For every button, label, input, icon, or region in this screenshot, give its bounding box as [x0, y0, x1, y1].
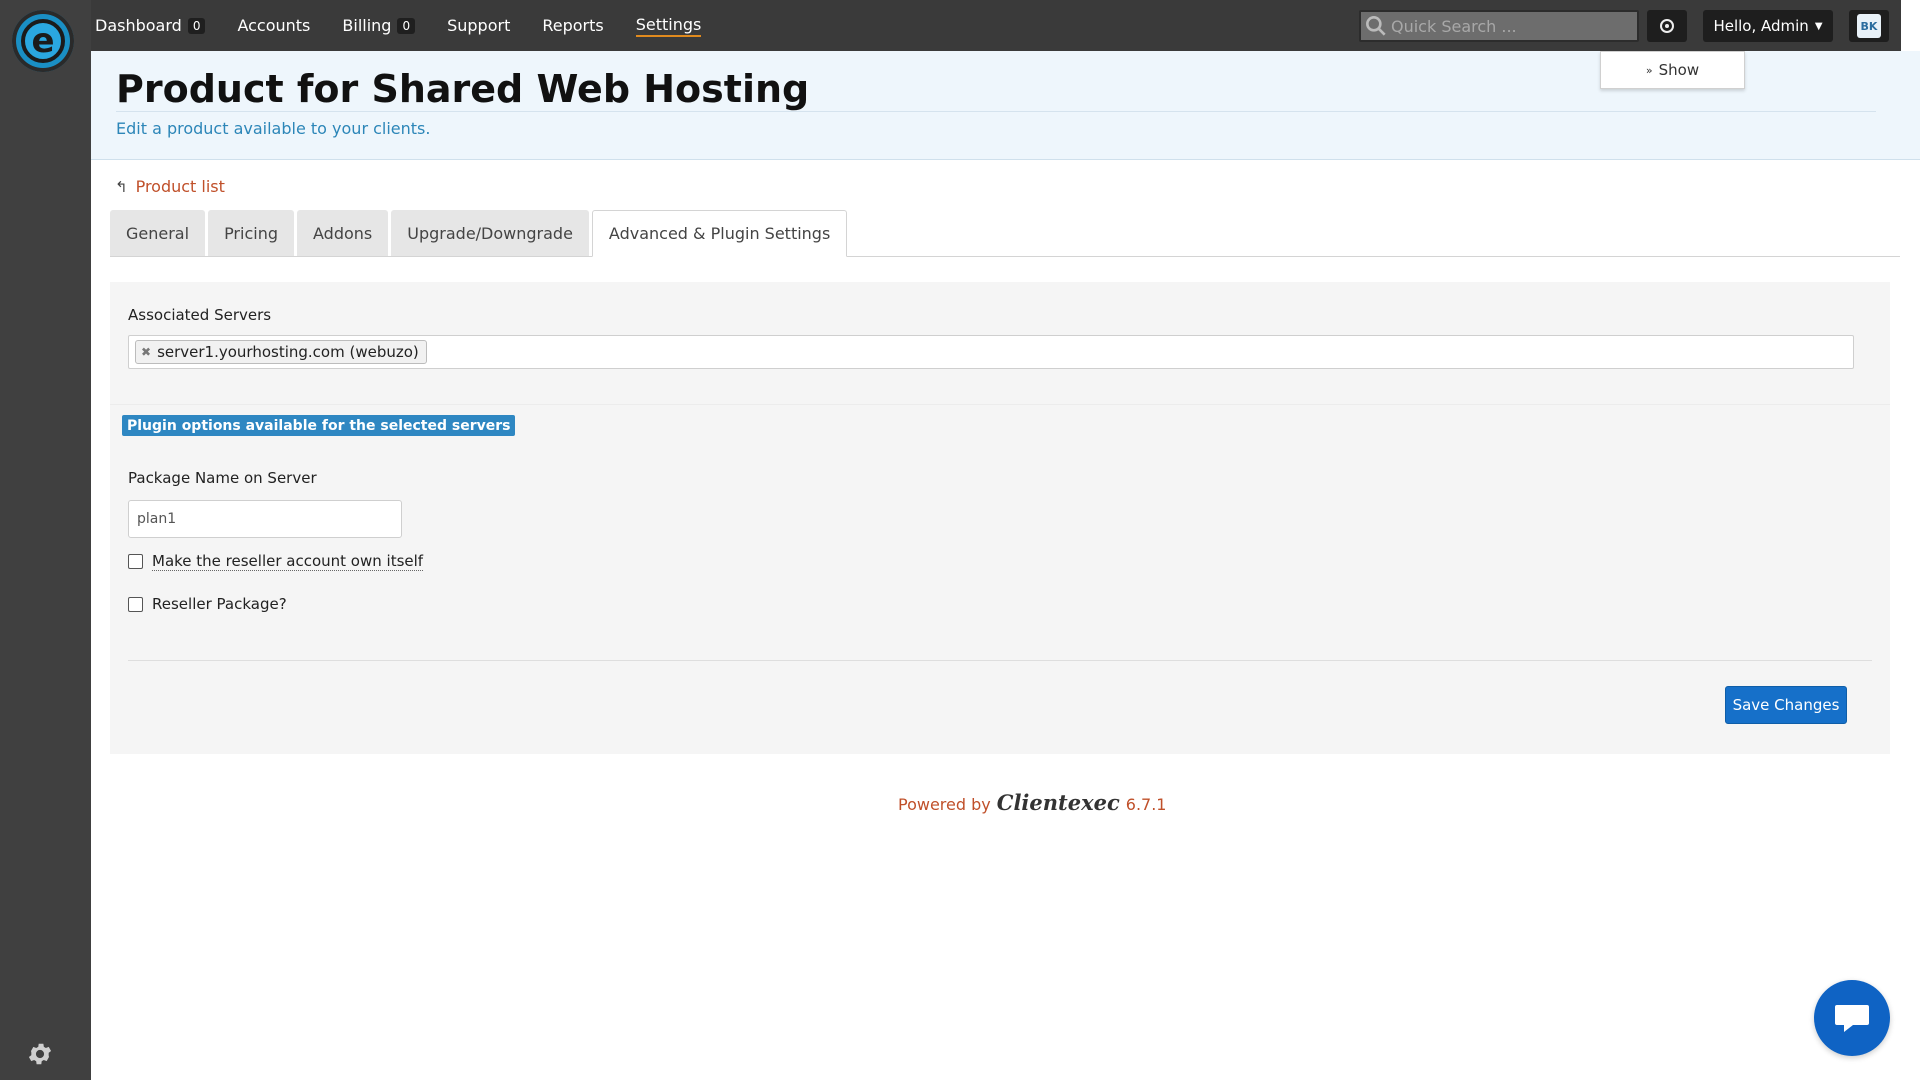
page-subtitle: Edit a product available to your clients…	[116, 119, 431, 138]
nav-reports-label: Reports	[542, 16, 604, 35]
server-token-label: server1.yourhosting.com (webuzo)	[157, 343, 419, 361]
nav-dashboard-label: Dashboard	[95, 16, 182, 35]
dashboard-count-badge: 0	[187, 17, 206, 34]
reseller-own-checkbox[interactable]	[128, 554, 143, 569]
tab-bar: General Pricing Addons Upgrade/Downgrade…	[110, 210, 1900, 257]
footer-brand[interactable]: Clientexec	[997, 790, 1120, 815]
nav-accounts-label: Accounts	[237, 16, 311, 35]
settings-panel: Associated Servers ✖ server1.yourhosting…	[110, 282, 1890, 754]
tab-advanced-plugin-settings[interactable]: Advanced & Plugin Settings	[591, 210, 848, 257]
avatar: BK	[1857, 14, 1881, 38]
nav-billing[interactable]: Billing 0	[342, 16, 416, 35]
clientexec-logo[interactable]: e	[12, 10, 74, 72]
package-name-input[interactable]	[128, 500, 402, 538]
top-bar: Dashboard 0 Accounts Billing 0 Support R…	[91, 0, 1901, 51]
form-divider	[128, 660, 1872, 661]
nav-accounts[interactable]: Accounts	[237, 16, 310, 35]
associated-servers-label: Associated Servers	[128, 306, 272, 324]
product-list-link[interactable]: Product list	[136, 177, 225, 196]
page-title: Product for Shared Web Hosting	[116, 67, 810, 111]
radio-icon	[1660, 19, 1674, 33]
footer-version: 6.7.1	[1125, 795, 1167, 814]
caret-down-icon: ▼	[1814, 20, 1823, 32]
reseller-package-row[interactable]: Reseller Package?	[128, 595, 287, 613]
plugin-options-label: Plugin options available for the selecte…	[122, 415, 516, 436]
package-name-label: Package Name on Server	[128, 469, 317, 487]
save-changes-button[interactable]: Save Changes	[1725, 686, 1847, 724]
search-input[interactable]	[1391, 16, 1621, 36]
left-rail: e	[0, 0, 91, 1080]
billing-count-badge: 0	[397, 17, 416, 34]
nav-reports[interactable]: Reports	[542, 16, 603, 35]
tab-general[interactable]: General	[110, 210, 206, 256]
reseller-own-row[interactable]: Make the reseller account own itself	[128, 552, 424, 571]
breadcrumb[interactable]: ↰ Product list	[115, 177, 225, 196]
header-divider	[116, 111, 1876, 112]
server-token: ✖ server1.yourhosting.com (webuzo)	[135, 340, 427, 364]
chevron-double-down-icon: »	[1645, 63, 1653, 77]
nav-settings-label: Settings	[635, 14, 702, 34]
notifications-button[interactable]	[1647, 10, 1687, 42]
remove-token-icon[interactable]: ✖	[141, 345, 151, 359]
nav-dashboard[interactable]: Dashboard 0	[95, 16, 206, 35]
associated-servers-field[interactable]: ✖ server1.yourhosting.com (webuzo)	[128, 335, 1854, 369]
avatar-button[interactable]: BK	[1849, 10, 1889, 42]
level-up-icon: ↰	[115, 177, 128, 196]
tab-upgrade-downgrade[interactable]: Upgrade/Downgrade	[391, 210, 589, 256]
tab-addons[interactable]: Addons	[297, 210, 389, 256]
chat-bubble-icon	[1835, 1005, 1869, 1032]
user-menu-button[interactable]: Hello, Admin ▼	[1703, 10, 1833, 42]
tab-pricing[interactable]: Pricing	[208, 210, 294, 256]
reseller-own-label: Make the reseller account own itself	[152, 552, 424, 571]
search-icon	[1366, 16, 1386, 36]
show-label: Show	[1658, 61, 1700, 79]
reseller-package-label: Reseller Package?	[152, 595, 287, 613]
nav-settings[interactable]: Settings	[635, 14, 702, 37]
footer: Powered by Clientexec 6.7.1	[898, 790, 1166, 815]
quick-search[interactable]	[1359, 10, 1639, 42]
nav-support[interactable]: Support	[447, 16, 510, 35]
chat-widget-button[interactable]	[1814, 980, 1890, 1056]
reseller-package-checkbox[interactable]	[128, 596, 143, 612]
gear-icon[interactable]	[26, 1040, 54, 1068]
nav-support-label: Support	[447, 16, 511, 35]
main-nav: Dashboard 0 Accounts Billing 0 Support R…	[95, 0, 733, 51]
section-divider	[110, 404, 1890, 405]
show-button[interactable]: » Show	[1600, 51, 1745, 89]
powered-by-text: Powered by	[898, 795, 991, 814]
greeting-text: Hello, Admin	[1713, 17, 1809, 35]
nav-billing-label: Billing	[342, 16, 392, 35]
